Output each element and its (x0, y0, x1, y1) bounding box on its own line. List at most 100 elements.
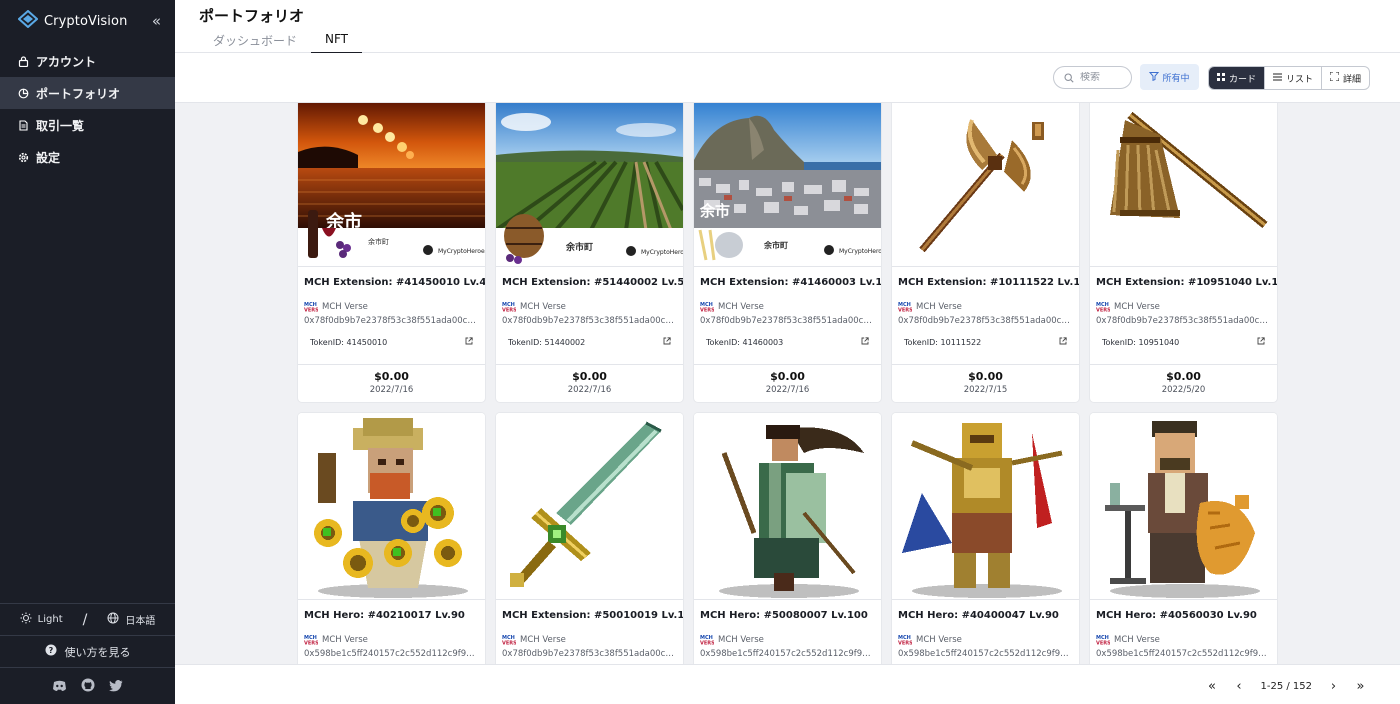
collection-name: MCH Verse (322, 301, 368, 312)
sidebar-item-transactions[interactable]: 取引一覧 (0, 109, 175, 141)
nft-card[interactable]: MCH Hero: #40210017 Lv.90 MCHVERSE MCH Ver… (298, 413, 485, 664)
nft-card[interactable]: 余市 余市町 MyCryptoHeroes MCH Extension: #41450… (298, 103, 485, 402)
app-name: CryptoVision (44, 13, 128, 29)
nft-name: MCH Extension: #10111522 Lv.1 (898, 277, 1079, 288)
sidebar-item-account[interactable]: アカウント (0, 45, 175, 77)
price-box: $0.00 2022/7/16 (298, 364, 485, 402)
external-link-icon[interactable] (663, 337, 671, 347)
search-icon (1064, 68, 1074, 87)
whisk-image (1090, 103, 1277, 267)
collection-row: MCHVERSE MCH Verse (694, 300, 881, 313)
svg-text:VERSE: VERSE (700, 308, 714, 313)
prev-page-icon[interactable]: ‹ (1225, 676, 1252, 696)
nft-card[interactable]: 余市余市町 MyCryptoHeroes MCH Extension: #41460… (694, 103, 881, 402)
view-detail-button[interactable]: 詳細 (1321, 67, 1369, 89)
mch-verse-logo-icon: MCHVERSE (304, 634, 318, 645)
nft-name: MCH Extension: #51440002 Lv.55 (502, 277, 683, 288)
pie-chart-icon (18, 88, 29, 99)
last-page-icon[interactable]: » (1347, 676, 1374, 696)
view-list-button[interactable]: リスト (1264, 67, 1321, 89)
search-input[interactable] (1080, 72, 1128, 83)
tab-nft[interactable]: NFT (311, 30, 363, 54)
language-toggle[interactable]: 日本語 (107, 612, 155, 627)
gear-icon (18, 152, 29, 163)
token-id-row: TokenID: 10951040 (1096, 332, 1271, 352)
collapse-sidebar-icon[interactable]: « (152, 12, 161, 30)
filter-icon (1149, 71, 1160, 84)
help-label: 使い方を見る (64, 645, 131, 659)
collection-row: MCHVERSE MCH Verse (298, 633, 485, 646)
nft-card[interactable]: MCH Hero: #50080007 Lv.100 MCHVERSE MCH Ve… (694, 413, 881, 664)
nft-name: MCH Extension: #41450010 Lv.47 (304, 277, 485, 288)
price: $0.00 (572, 370, 607, 383)
sidebar-item-settings[interactable]: 設定 (0, 141, 175, 173)
contract-address: 0x78f0db9b7e2378f53c38f551ada00c5c0f... (898, 316, 1079, 326)
pagination-bar: « ‹ 1-25 / 152 › » (175, 664, 1400, 704)
mch-verse-logo-icon: MCHVERSE (502, 634, 516, 645)
token-id: TokenID: 41450010 (310, 337, 388, 347)
axe-image (892, 103, 1079, 267)
sidebar-item-label: アカウント (36, 54, 97, 69)
external-link-icon[interactable] (465, 337, 473, 347)
svg-text:VERSE: VERSE (898, 641, 912, 646)
svg-text:VERSE: VERSE (700, 641, 714, 646)
svg-text:余市町: 余市町 (565, 241, 593, 253)
vineyard-image: 余市町 MyCryptoHeroes (496, 103, 683, 267)
token-id: TokenID: 41460003 (706, 337, 784, 347)
view-card-button[interactable]: カード (1209, 67, 1265, 89)
nft-card[interactable]: MCH Hero: #40400047 Lv.90 MCHVERSE MCH Ver… (892, 413, 1079, 664)
mch-verse-logo-icon: MCHVERSE (700, 634, 714, 645)
nft-card[interactable]: 余市町 MyCryptoHeroes MCH Extension: #5144000… (496, 103, 683, 402)
view-detail-label: 詳細 (1343, 74, 1362, 85)
expand-icon (1329, 71, 1340, 84)
collection-name: MCH Verse (718, 301, 764, 312)
contract-address: 0x78f0db9b7e2378f53c38f551ada00c5c0f... (700, 316, 881, 326)
contract-address: 0x78f0db9b7e2378f53c38f551ada00c5c0f... (502, 316, 683, 326)
nft-card[interactable]: MCH Extension: #10111522 Lv.1MCHVERSEMCH… (892, 103, 1079, 402)
discord-icon[interactable] (52, 677, 67, 696)
next-page-icon[interactable]: › (1320, 676, 1347, 696)
nft-name: MCH Hero: #40560030 Lv.90 (1096, 610, 1257, 621)
gentleman-hero-image (1090, 413, 1277, 600)
twitter-icon[interactable] (109, 677, 123, 696)
first-page-icon[interactable]: « (1198, 676, 1225, 696)
brand[interactable]: CryptoVision « (0, 0, 175, 42)
external-link-icon[interactable] (861, 337, 869, 347)
list-icon (1273, 73, 1283, 84)
acquired-date: 2022/7/15 (963, 385, 1008, 395)
price: $0.00 (770, 370, 805, 383)
theme-language-row: Light / 日本語 (0, 603, 175, 635)
token-id-row: TokenID: 51440002 (502, 332, 677, 352)
globe-icon (107, 612, 125, 627)
nft-card[interactable]: MCH Hero: #40560030 Lv.90 MCHVERSE MCH Ver… (1090, 413, 1277, 664)
price: $0.00 (968, 370, 1003, 383)
contract-address: 0x598be1c5ff240157c2c552d112c9f9403... (700, 649, 881, 659)
external-link-icon[interactable] (1059, 337, 1067, 347)
svg-text:余市: 余市 (699, 202, 730, 220)
svg-text:余市町: 余市町 (368, 237, 389, 246)
github-icon[interactable] (81, 677, 95, 696)
collection-row: MCHVERSE MCH Verse (1090, 300, 1277, 313)
help-link[interactable]: ? 使い方を見る (0, 635, 175, 667)
acquired-date: 2022/7/16 (567, 385, 612, 395)
nft-card[interactable]: MCH Extension: #10951040 Lv.1MCHVERSEMCH… (1090, 103, 1277, 402)
contract-address: 0x78f0db9b7e2378f53c38f551ada00c5c0f... (1096, 316, 1277, 326)
theme-toggle[interactable]: Light (20, 612, 63, 627)
sword-image (496, 413, 683, 600)
collection-row: MCHVERSE MCH Verse (298, 300, 485, 313)
tab-dashboard[interactable]: ダッシュボード (199, 30, 311, 54)
external-link-icon[interactable] (1257, 337, 1265, 347)
collection-row: MCHVERSE MCH Verse (1090, 633, 1277, 646)
token-id: TokenID: 51440002 (508, 337, 586, 347)
sidebar-item-label: 設定 (36, 150, 61, 165)
sidebar-item-portfolio[interactable]: ポートフォリオ (0, 77, 175, 109)
token-id-row: TokenID: 41460003 (700, 332, 875, 352)
mch-verse-logo-icon: MCHVERSE (1096, 301, 1110, 312)
svg-text:VERSE: VERSE (1096, 641, 1110, 646)
collection-name: MCH Verse (520, 301, 566, 312)
owned-filter-button[interactable]: 所有中 (1140, 64, 1199, 90)
sidebar-item-label: 取引一覧 (36, 118, 85, 133)
acquired-date: 2022/7/16 (765, 385, 810, 395)
nft-card[interactable]: MCH Extension: #50010019 Lv.100MCHVERSEM… (496, 413, 683, 664)
acquired-date: 2022/5/20 (1161, 385, 1206, 395)
